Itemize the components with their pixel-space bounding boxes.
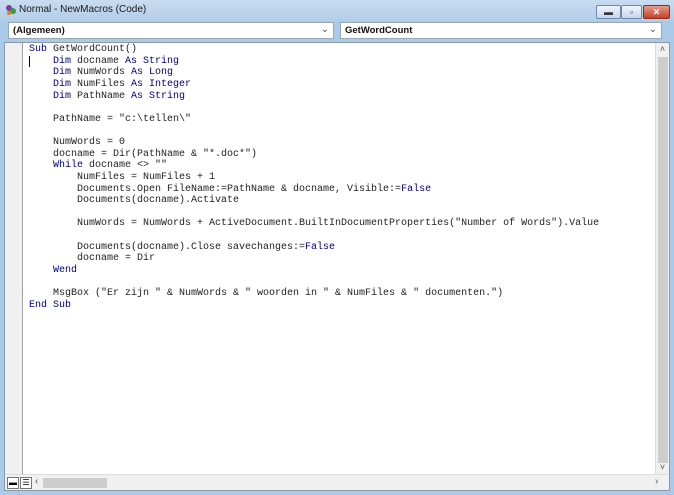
restore-button[interactable]: ▫: [621, 5, 642, 19]
scroll-right-icon[interactable]: ›: [655, 476, 658, 487]
code-token: NumWords = NumWords + ActiveDocument.Bui…: [29, 218, 600, 230]
code-line: Sub GetWordCount(): [29, 44, 599, 56]
code-line: End Sub: [29, 300, 599, 312]
chevron-down-icon: ⌄: [320, 24, 329, 35]
keyword-token: Sub: [29, 44, 48, 55]
full-module-view-icon[interactable]: ☰: [20, 477, 32, 489]
code-token: MsgBox ("Er zijn " & NumWords & " woorde…: [29, 288, 504, 300]
code-token: NumFiles: [71, 78, 132, 90]
title-bar: Normal - NewMacros (Code) ▬ ▫ ✕: [0, 0, 674, 21]
keyword-token: As String: [131, 90, 186, 102]
code-token: Documents(docname).Close savechanges:=: [29, 241, 306, 253]
code-editor[interactable]: Sub GetWordCount() Dim docname As String…: [29, 44, 599, 311]
text-caret: [29, 56, 30, 67]
code-line: Dim NumFiles As Integer: [29, 79, 599, 91]
code-token: NumWords: [71, 67, 132, 79]
code-line: PathName = "c:\tellen\": [29, 114, 599, 126]
code-line: Wend: [29, 265, 599, 277]
keyword-token: False: [401, 183, 432, 195]
code-token: docname = Dir(PathName & "*.doc*"): [29, 148, 258, 160]
code-line: Dim docname As String: [29, 56, 599, 68]
vertical-scroll-thumb[interactable]: [658, 57, 668, 463]
procedure-combo[interactable]: GetWordCount ⌄: [340, 22, 662, 39]
restore-icon: ▫: [629, 7, 634, 17]
code-token: docname: [71, 55, 126, 67]
chevron-down-icon: ⌄: [648, 24, 657, 35]
code-token: NumWords = 0: [29, 137, 126, 148]
scroll-left-icon[interactable]: ‹: [35, 476, 38, 487]
code-pane[interactable]: Sub GetWordCount() Dim docname As String…: [4, 42, 670, 491]
code-line: NumWords = NumWords + ActiveDocument.Bui…: [29, 218, 599, 230]
scroll-up-icon[interactable]: ˄: [656, 44, 669, 54]
keyword-token: Dim: [53, 78, 72, 90]
code-line: Documents(docname).Close savechanges:=Fa…: [29, 242, 599, 254]
code-token: Documents(docname).Activate: [29, 195, 240, 207]
code-line: While docname <> "": [29, 160, 599, 172]
code-token: GetWordCount(): [47, 44, 138, 55]
code-line: NumFiles = NumFiles + 1: [29, 172, 599, 184]
scroll-down-icon[interactable]: ˅: [656, 462, 669, 472]
code-line: Documents(docname).Activate: [29, 195, 599, 207]
keyword-token: Dim: [53, 55, 72, 67]
horizontal-scrollbar[interactable]: ▬ ☰ ‹ ›: [5, 474, 669, 490]
minimize-icon: ▬: [604, 7, 613, 17]
horizontal-scroll-thumb[interactable]: [43, 478, 107, 488]
code-line: docname = Dir: [29, 253, 599, 265]
code-token: NumFiles = NumFiles + 1: [29, 171, 216, 183]
code-token: docname = Dir: [29, 253, 156, 265]
vba-module-icon: [6, 5, 16, 15]
window-title: Normal - NewMacros (Code): [19, 4, 147, 15]
keyword-token: As Long: [131, 67, 174, 79]
code-line: docname = Dir(PathName & "*.doc*"): [29, 149, 599, 161]
object-combo-value: (Algemeen): [13, 25, 65, 36]
code-token: PathName = "c:\tellen\": [29, 113, 192, 125]
keyword-token: As Integer: [131, 78, 192, 90]
close-button[interactable]: ✕: [643, 5, 670, 19]
keyword-token: Wend: [53, 264, 78, 276]
keyword-token: Dim: [53, 90, 72, 102]
keyword-token: False: [305, 241, 336, 253]
minimize-button[interactable]: ▬: [596, 5, 621, 19]
margin-indicator-bar[interactable]: [5, 43, 23, 475]
close-icon: ✕: [652, 7, 661, 17]
code-line: NumWords = 0: [29, 137, 599, 149]
keyword-token: End Sub: [29, 299, 72, 311]
procedure-view-icon[interactable]: ▬: [7, 477, 19, 489]
procedure-combo-value: GetWordCount: [345, 25, 413, 36]
code-line: Documents.Open FileName:=PathName & docn…: [29, 184, 599, 196]
object-combo[interactable]: (Algemeen) ⌄: [8, 22, 334, 39]
code-token: PathName: [71, 90, 132, 102]
keyword-token: Dim: [53, 67, 72, 79]
code-line: MsgBox ("Er zijn " & NumWords & " woorde…: [29, 288, 599, 300]
code-line: Dim PathName As String: [29, 91, 599, 103]
code-token: docname <> "": [83, 160, 168, 172]
vertical-scrollbar[interactable]: ˄ ˅: [655, 43, 669, 475]
code-token: Documents.Open FileName:=PathName & docn…: [29, 183, 402, 195]
code-line: Dim NumWords As Long: [29, 67, 599, 79]
keyword-token: While: [53, 160, 84, 172]
keyword-token: As String: [125, 55, 180, 67]
